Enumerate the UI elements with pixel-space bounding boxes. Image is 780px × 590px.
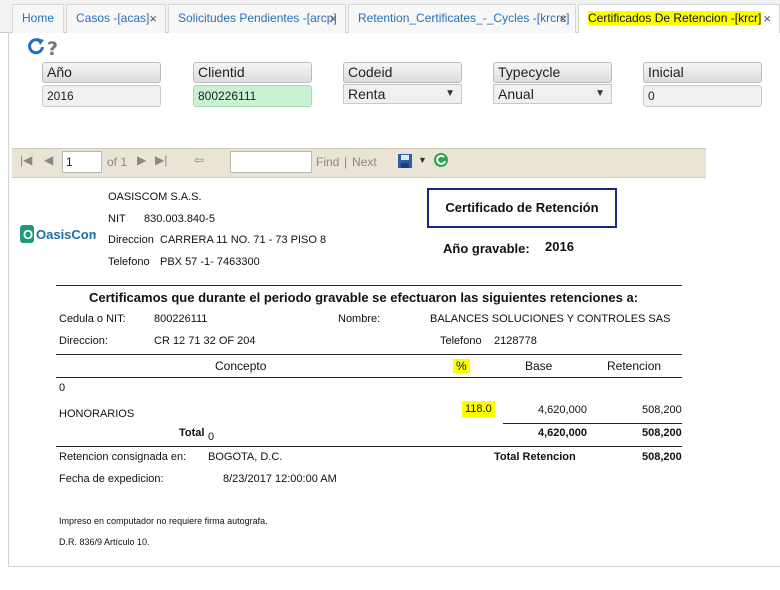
param-typecycle-label: Typecycle <box>493 62 612 83</box>
tab-casos[interactable]: Casos -[acas] × <box>66 4 166 33</box>
close-icon[interactable]: × <box>149 5 157 32</box>
close-icon[interactable]: × <box>559 5 567 32</box>
next-link[interactable]: Next <box>352 155 377 169</box>
divider <box>56 354 682 355</box>
refresh-report-icon[interactable] <box>433 152 449 168</box>
find-input[interactable] <box>230 151 312 173</box>
col-base: Base <box>525 359 553 373</box>
company-name: OASISCOM S.A.S. <box>108 191 202 203</box>
refresh-icon[interactable] <box>27 37 45 55</box>
param-codeid-select[interactable]: Renta ▼ <box>343 84 462 104</box>
page-number-input[interactable]: 1 <box>62 151 102 173</box>
row-base: 4,620,000 <box>538 404 587 416</box>
param-inicial-input[interactable]: 0 <box>643 85 762 107</box>
telefono2-label: Telefono <box>440 335 482 347</box>
close-icon[interactable]: × <box>329 5 337 32</box>
col-pct: % <box>453 359 470 373</box>
param-anio-input[interactable]: 2016 <box>42 85 161 107</box>
tab-retention-cycles[interactable]: Retention_Certificates_-_Cycles -[krcrc]… <box>348 4 576 33</box>
param-anio-label: Año <box>42 62 161 83</box>
consignada-label: Retencion consignada en: <box>59 451 187 463</box>
row-retencion: 508,200 <box>642 404 682 416</box>
param-inicial-label: Inicial <box>643 62 762 83</box>
divider <box>56 446 682 447</box>
tab-solicitudes[interactable]: Solicitudes Pendientes -[arcp] × <box>168 4 346 33</box>
cedula-label: Cedula o NIT: <box>59 313 126 325</box>
nombre-label: Nombre: <box>338 313 381 325</box>
direccion2-label: Direccion: <box>59 335 108 347</box>
svg-text:O: O <box>23 227 33 242</box>
nit-label: NIT <box>108 213 126 225</box>
note-firma: Impreso en computador no requiere firma … <box>59 516 268 526</box>
page-count: of 1 <box>107 155 128 169</box>
total-retencion-value: 508,200 <box>642 451 682 463</box>
col-retencion: Retencion <box>607 359 662 373</box>
tab-label: Certificados De Retencion -[krcr] <box>588 11 762 25</box>
param-clientid-label: Clientid <box>193 62 312 83</box>
total-sub: 0 <box>208 431 215 443</box>
tab-label: Casos -[acas] <box>76 11 150 25</box>
tab-bar: Home Casos -[acas] × Solicitudes Pendien… <box>0 0 780 34</box>
telefono2-value: 2128778 <box>494 335 537 347</box>
company-logo: O OasisCom <box>20 225 96 243</box>
toolbar-separator: | <box>344 155 348 169</box>
tab-label: Retention_Certificates_-_Cycles -[krcrc] <box>358 11 570 25</box>
cedula-value: 800226111 <box>154 313 208 325</box>
total-base: 4,620,000 <box>538 427 587 439</box>
fecha-label: Fecha de expedicion: <box>59 473 164 485</box>
param-typecycle-select[interactable]: Anual ▼ <box>493 84 612 104</box>
note-decreto: D.R. 836/9 Artículo 10. <box>59 537 150 547</box>
tab-label: Solicitudes Pendientes -[arcp] <box>178 11 337 25</box>
find-link[interactable]: Find <box>316 155 339 169</box>
help-icon[interactable]: ? <box>47 38 58 60</box>
tab-label: Home <box>22 11 55 25</box>
col-concepto: Concepto <box>215 359 267 373</box>
dropdown-arrow-icon: ▼ <box>445 88 455 99</box>
param-typecycle-value: Anual <box>498 86 534 102</box>
last-page-icon[interactable]: ▶| <box>155 153 167 167</box>
tab-home[interactable]: Home <box>12 4 64 33</box>
direccion2-value: CR 12 71 32 OF 204 <box>154 335 256 347</box>
prev-page-icon[interactable]: ◀ <box>44 153 53 167</box>
nombre-value: BALANCES SOLUCIONES Y CONTROLES SAS <box>430 313 671 325</box>
param-codeid-value: Renta <box>348 86 386 102</box>
divider <box>56 377 682 378</box>
total-label: Total <box>179 427 205 439</box>
direccion-value: CARRERA 11 NO. 71 - 73 PISO 8 <box>160 234 327 246</box>
dropdown-arrow-icon: ▼ <box>595 88 605 99</box>
frame-bottom-border <box>8 566 780 567</box>
divider <box>56 285 682 286</box>
row-concepto: HONORARIOS <box>59 408 135 420</box>
fecha-value: 8/23/2017 12:00:00 AM <box>223 473 337 485</box>
anio-gravable-value: 2016 <box>545 239 574 254</box>
total-retencion: 508,200 <box>642 427 682 439</box>
report-heading: Certificamos que durante el periodo grav… <box>89 290 639 305</box>
certificate-title: Certificado de Retención <box>427 188 617 228</box>
export-dropdown-icon[interactable]: ▼ <box>418 155 427 165</box>
direccion-label: Direccion <box>108 234 154 246</box>
back-icon[interactable]: ⇦ <box>194 153 204 167</box>
logo-text: OasisCom <box>36 227 96 242</box>
total-retencion-label: Total Retencion <box>494 451 576 463</box>
param-codeid-label: Codeid <box>343 62 462 83</box>
divider <box>503 423 682 424</box>
next-page-icon[interactable]: ▶ <box>137 153 146 167</box>
group-zero: 0 <box>59 382 66 394</box>
close-icon[interactable]: × <box>763 5 771 32</box>
param-clientid-input[interactable]: 800226111 <box>193 85 312 107</box>
row-pct: 118.0 <box>462 401 495 417</box>
save-icon[interactable] <box>397 153 413 169</box>
telefono-value: PBX 57 -1- 7463300 <box>160 256 260 268</box>
nit-value: 830.003.840-5 <box>144 213 215 225</box>
telefono-label: Telefono <box>108 256 150 268</box>
tab-certificados[interactable]: Certificados De Retencion -[krcr] × <box>578 4 780 34</box>
first-page-icon[interactable]: |◀ <box>20 153 32 167</box>
consignada-value: BOGOTA, D.C. <box>208 451 283 463</box>
anio-gravable-label: Año gravable: <box>443 241 530 256</box>
